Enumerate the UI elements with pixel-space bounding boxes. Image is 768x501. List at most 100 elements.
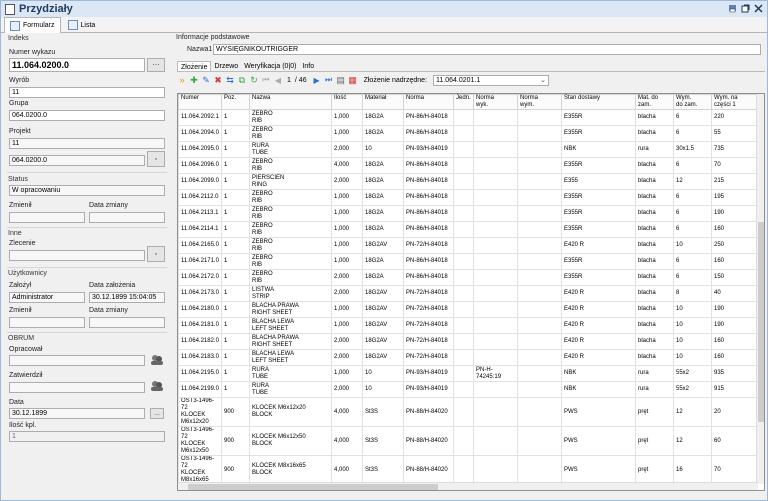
table-row[interactable]: 11.064.2183.0 1 BLACHA LEWA LEFT SHEET 2,00… [178,349,757,366]
last-page-icon[interactable]: ⏭ [324,75,334,85]
table-cell[interactable]: E420 R [561,301,636,318]
table-cell[interactable] [517,426,562,456]
table-cell[interactable]: 1 [221,365,250,382]
table-cell[interactable]: 6 [673,125,712,142]
table-cell[interactable]: 20 [711,397,757,427]
table-cell[interactable]: NBK [561,381,636,398]
expand-icon[interactable]: » [177,75,187,85]
table-row[interactable]: 11.064.2094.0 1 ŻEBRO RIB 1,000 18G2A PN-86/H… [178,125,757,142]
table-cell[interactable]: 2,000 [331,173,363,190]
print-icon[interactable] [728,4,737,13]
table-cell[interactable]: 18G2A [362,205,404,222]
table-cell[interactable]: blacha [635,173,674,190]
table-cell[interactable]: blacha [635,125,674,142]
table-cell[interactable] [453,269,474,286]
table-cell[interactable]: 1 [221,125,250,142]
table-row[interactable]: 11.064.2199.0 1 RURA TUBE 2,000 10 PN-93/H-84… [178,381,757,398]
table-row[interactable]: 11.064.2165.0 1 ŻEBRO RIB 1,000 18G2AV PN-72/… [178,237,757,254]
table-cell[interactable]: 6 [673,189,712,206]
table-cell[interactable]: blacha [635,253,674,270]
table-cell[interactable]: rura [635,381,674,398]
table-cell[interactable]: 12 [673,397,712,427]
table-cell[interactable]: 11.064.2092.1 [178,109,222,126]
table-cell[interactable]: 1,000 [331,109,363,126]
table-cell[interactable]: 1 [221,109,250,126]
table-row[interactable]: 11.064.2092.1 1 ŻEBRO RIB 1,000 18G2A PN-86/H… [178,109,757,126]
table-cell[interactable]: 6 [673,221,712,238]
table-cell[interactable]: 18G2A [362,173,404,190]
table-cell[interactable]: PN-93/H-84019 [403,141,454,158]
table-cell[interactable] [453,125,474,142]
table-cell[interactable]: E420 R [561,237,636,254]
table-cell[interactable]: 2,000 [331,349,363,366]
table-cell[interactable]: PN-86/H-84018 [403,157,454,174]
table-cell[interactable]: RURA TUBE [249,365,332,382]
table-cell[interactable]: pręt [635,455,674,485]
wyrob-field[interactable]: 11 [9,87,165,98]
table-cell[interactable]: ŻEBRO RIB [249,109,332,126]
table-cell[interactable]: 1 [221,301,250,318]
table-row[interactable]: 11.064.2171.0 1 ŻEBRO RIB 1,000 18G2A PN-86/H… [178,253,757,270]
table-cell[interactable]: 1,000 [331,301,363,318]
table-row[interactable]: 11.064.2195.0 1 RURA TUBE 1,000 10 PN-93/H-84… [178,365,757,382]
table-cell[interactable]: 1,000 [331,189,363,206]
table-cell[interactable]: 11.064.2195.0 [178,365,222,382]
table-cell[interactable]: 18G2A [362,157,404,174]
table-cell[interactable]: 1 [221,381,250,398]
table-cell[interactable]: blacha [635,205,674,222]
table-cell[interactable]: 55 [711,125,757,142]
table-cell[interactable] [517,397,562,427]
column-header[interactable]: Stan dostawy [561,94,636,110]
table-cell[interactable] [453,253,474,270]
table-cell[interactable] [517,317,562,334]
table-cell[interactable] [517,253,562,270]
table-cell[interactable] [473,349,518,366]
table-cell[interactable] [473,141,518,158]
opracowal-field[interactable] [9,355,145,366]
table-cell[interactable]: E355R [561,157,636,174]
table-cell[interactable]: 70 [711,157,757,174]
table-cell[interactable]: 1,000 [331,237,363,254]
table-cell[interactable] [453,426,474,456]
table-cell[interactable] [517,285,562,302]
table-cell[interactable] [517,455,562,485]
table-cell[interactable] [517,269,562,286]
table-cell[interactable]: 160 [711,221,757,238]
table-cell[interactable]: ŻEBRO RIB [249,189,332,206]
table-cell[interactable]: 10 [362,365,404,382]
table-cell[interactable]: 195 [711,189,757,206]
table-cell[interactable] [453,141,474,158]
table-cell[interactable]: 1 [221,189,250,206]
column-header[interactable]: Norma [403,94,454,110]
table-cell[interactable]: pręt [635,426,674,456]
table-cell[interactable]: PN-72/H-84018 [403,237,454,254]
table-cell[interactable]: PN-72/H-84018 [403,301,454,318]
table-cell[interactable]: 11.064.2113.1 [178,205,222,222]
column-header[interactable]: Norma wym. [517,94,562,110]
table-cell[interactable]: St3S [362,455,404,485]
table-cell[interactable]: 11.064.2181.0 [178,317,222,334]
table-row[interactable]: 11.064.2173.0 1 LISTWA STRIP 2,000 18G2AV PN-… [178,285,757,302]
table-cell[interactable]: 1,000 [331,317,363,334]
table-cell[interactable]: 8 [673,285,712,302]
table-cell[interactable]: RURA TUBE [249,141,332,158]
table-cell[interactable]: 55x2 [673,365,712,382]
table-row[interactable]: OST3-1496-72 KLOCEK M6x12x20 900 KLOCEK M6… [178,397,757,427]
column-header[interactable]: Poz. [221,94,250,110]
table-cell[interactable]: 1 [221,285,250,302]
table-cell[interactable] [517,349,562,366]
table-cell[interactable]: 11.064.2094.0 [178,125,222,142]
table-cell[interactable]: E355R [561,189,636,206]
table-cell[interactable] [473,189,518,206]
next-page-icon[interactable]: ▶ [312,75,322,85]
table-cell[interactable]: 935 [711,365,757,382]
table-cell[interactable]: 10 [673,317,712,334]
table-cell[interactable]: 10 [673,237,712,254]
table-cell[interactable]: 1 [221,333,250,350]
table-cell[interactable]: blacha [635,269,674,286]
table-row[interactable]: 11.064.2181.0 1 BLACHA LEWA LEFT SHEET 1,00… [178,317,757,334]
table-cell[interactable]: 30x1.5 [673,141,712,158]
projekt-field-1[interactable]: 11 [9,138,165,149]
table-cell[interactable]: blacha [635,317,674,334]
table-cell[interactable]: 1,000 [331,205,363,222]
